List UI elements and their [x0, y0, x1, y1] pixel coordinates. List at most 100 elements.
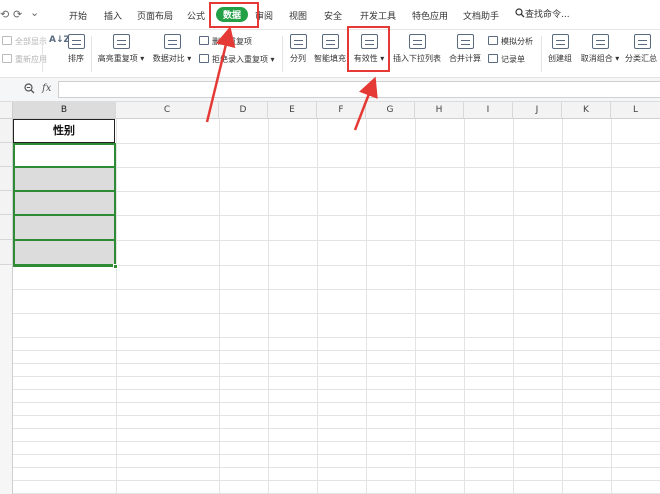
highlight-duplicates-button[interactable]: 高亮重复项 ▾ [96, 34, 146, 64]
undo-icon[interactable]: ⟲ [0, 8, 9, 21]
column-header-k[interactable]: K [562, 102, 611, 119]
gridline [0, 415, 660, 416]
create-group-button[interactable]: 创建组 [546, 34, 574, 64]
insert-dropdown-list-button[interactable]: 插入下拉列表 [391, 34, 443, 64]
formula-bar: fx [0, 78, 660, 102]
consolidate-button[interactable]: 合并计算 [447, 34, 483, 64]
record-form-label: 记录单 [501, 55, 525, 64]
row-header[interactable] [0, 191, 13, 215]
record-form-icon [488, 54, 498, 63]
tab-special-apps[interactable]: 特色应用 [412, 9, 448, 22]
ribbon-toolbar: 全部显示 重新应用 A↓Z 排序 高亮重复项 ▾ 数据对比 ▾ 删除重复项 拒绝… [0, 30, 660, 78]
gridline [611, 119, 612, 494]
reapply-button[interactable]: 重新应用 [2, 54, 47, 65]
insert-dropdown-list-icon [408, 34, 426, 49]
show-all-button[interactable]: 全部显示 [2, 36, 47, 47]
selected-cell[interactable] [13, 215, 115, 240]
row-header[interactable] [0, 240, 13, 265]
split-column-icon [289, 34, 307, 49]
tab-formulas[interactable]: 公式 [187, 9, 205, 22]
gridline [0, 402, 660, 403]
fill-handle[interactable] [113, 264, 118, 269]
tab-view[interactable]: 视图 [289, 9, 307, 22]
divider [282, 36, 283, 72]
column-header-f[interactable]: F [317, 102, 366, 119]
create-group-icon [551, 34, 569, 49]
header-cell-gender[interactable]: 性别 [13, 119, 115, 143]
delete-duplicates-label: 删除重复项 [212, 37, 252, 46]
gridline [0, 467, 660, 468]
sort-icon [67, 34, 85, 49]
filter-icon [2, 36, 12, 45]
consolidate-label: 合并计算 [449, 54, 481, 63]
gridline [0, 428, 660, 429]
what-if-analysis-button[interactable]: 模拟分析 [488, 36, 533, 47]
row-header[interactable] [0, 167, 13, 191]
subtotal-button[interactable]: 分类汇总 [625, 34, 660, 64]
selected-cell[interactable] [13, 191, 115, 215]
tab-doc-assistant[interactable]: 文档助手 [463, 9, 499, 22]
subtotal-label: 分类汇总 [625, 54, 657, 63]
highlight-duplicates-label: 高亮重复项 [97, 54, 138, 63]
column-header-j[interactable]: J [513, 102, 562, 119]
delete-duplicates-icon [199, 36, 209, 45]
delete-duplicates-button[interactable]: 删除重复项 [199, 36, 252, 47]
gridline [464, 119, 465, 494]
tab-developer[interactable]: 开发工具 [360, 9, 396, 22]
split-column-button[interactable]: 分列 [287, 34, 309, 64]
column-header-i[interactable]: I [464, 102, 513, 119]
active-cell[interactable] [13, 143, 115, 167]
gridline [0, 363, 660, 364]
row-header[interactable] [0, 265, 13, 494]
row-header[interactable] [0, 119, 13, 143]
ungroup-button[interactable]: 取消组合 ▾ [579, 34, 621, 64]
column-header-c[interactable]: C [116, 102, 219, 119]
data-compare-label: 数据对比 [152, 54, 185, 63]
column-header-l[interactable]: L [611, 102, 660, 119]
divider [91, 36, 92, 72]
column-header-e[interactable]: E [268, 102, 317, 119]
data-compare-icon [163, 34, 181, 49]
gridline [0, 376, 660, 377]
reject-duplicates-button[interactable]: 拒绝录入重复项 ▾ [199, 54, 275, 65]
customize-quick-access-icon[interactable]: ⌄ [30, 6, 39, 19]
smart-fill-button[interactable]: 智能填充 [312, 34, 348, 64]
smart-fill-label: 智能填充 [314, 54, 346, 63]
selected-cell[interactable] [13, 240, 115, 265]
subtotal-icon [634, 34, 651, 49]
column-header-h[interactable]: H [415, 102, 464, 119]
tab-insert[interactable]: 插入 [104, 9, 122, 22]
column-header-d[interactable]: D [219, 102, 268, 119]
menu-bar: ⟲ ⟳ ⌄ 开始 插入 页面布局 公式 数据 审阅 视图 安全 开发工具 特色应… [0, 0, 660, 30]
smart-fill-icon [321, 34, 339, 49]
search-command-label: 查找命令... [525, 10, 570, 20]
gridline [0, 265, 660, 266]
search-command[interactable]: 查找命令... [515, 7, 570, 20]
row-header[interactable] [0, 143, 13, 167]
zoom-icon[interactable] [24, 83, 35, 94]
split-column-label: 分列 [290, 54, 306, 63]
sort-button[interactable]: 排序 [64, 34, 88, 64]
row-header[interactable] [0, 215, 13, 240]
column-header-g[interactable]: G [366, 102, 415, 119]
gridline [0, 441, 660, 442]
highlight-duplicates-icon [112, 34, 130, 49]
tab-security[interactable]: 安全 [324, 9, 342, 22]
select-all-corner[interactable] [0, 102, 13, 119]
gridline [0, 337, 660, 338]
gridline [415, 119, 416, 494]
data-compare-button[interactable]: 数据对比 ▾ [151, 34, 193, 64]
selected-cell[interactable] [13, 167, 115, 191]
formula-input[interactable] [58, 81, 660, 98]
gridline [0, 350, 660, 351]
function-icon[interactable]: fx [42, 83, 51, 94]
tab-home[interactable]: 开始 [69, 9, 87, 22]
sort-label: 排序 [68, 54, 84, 63]
record-form-button[interactable]: 记录单 [488, 54, 525, 65]
highlight-box-data-tab [209, 2, 259, 28]
reapply-icon [2, 54, 12, 63]
column-header-b[interactable]: B [13, 102, 116, 119]
redo-icon[interactable]: ⟳ [13, 8, 22, 21]
ungroup-icon [591, 34, 609, 49]
tab-page-layout[interactable]: 页面布局 [137, 9, 173, 22]
